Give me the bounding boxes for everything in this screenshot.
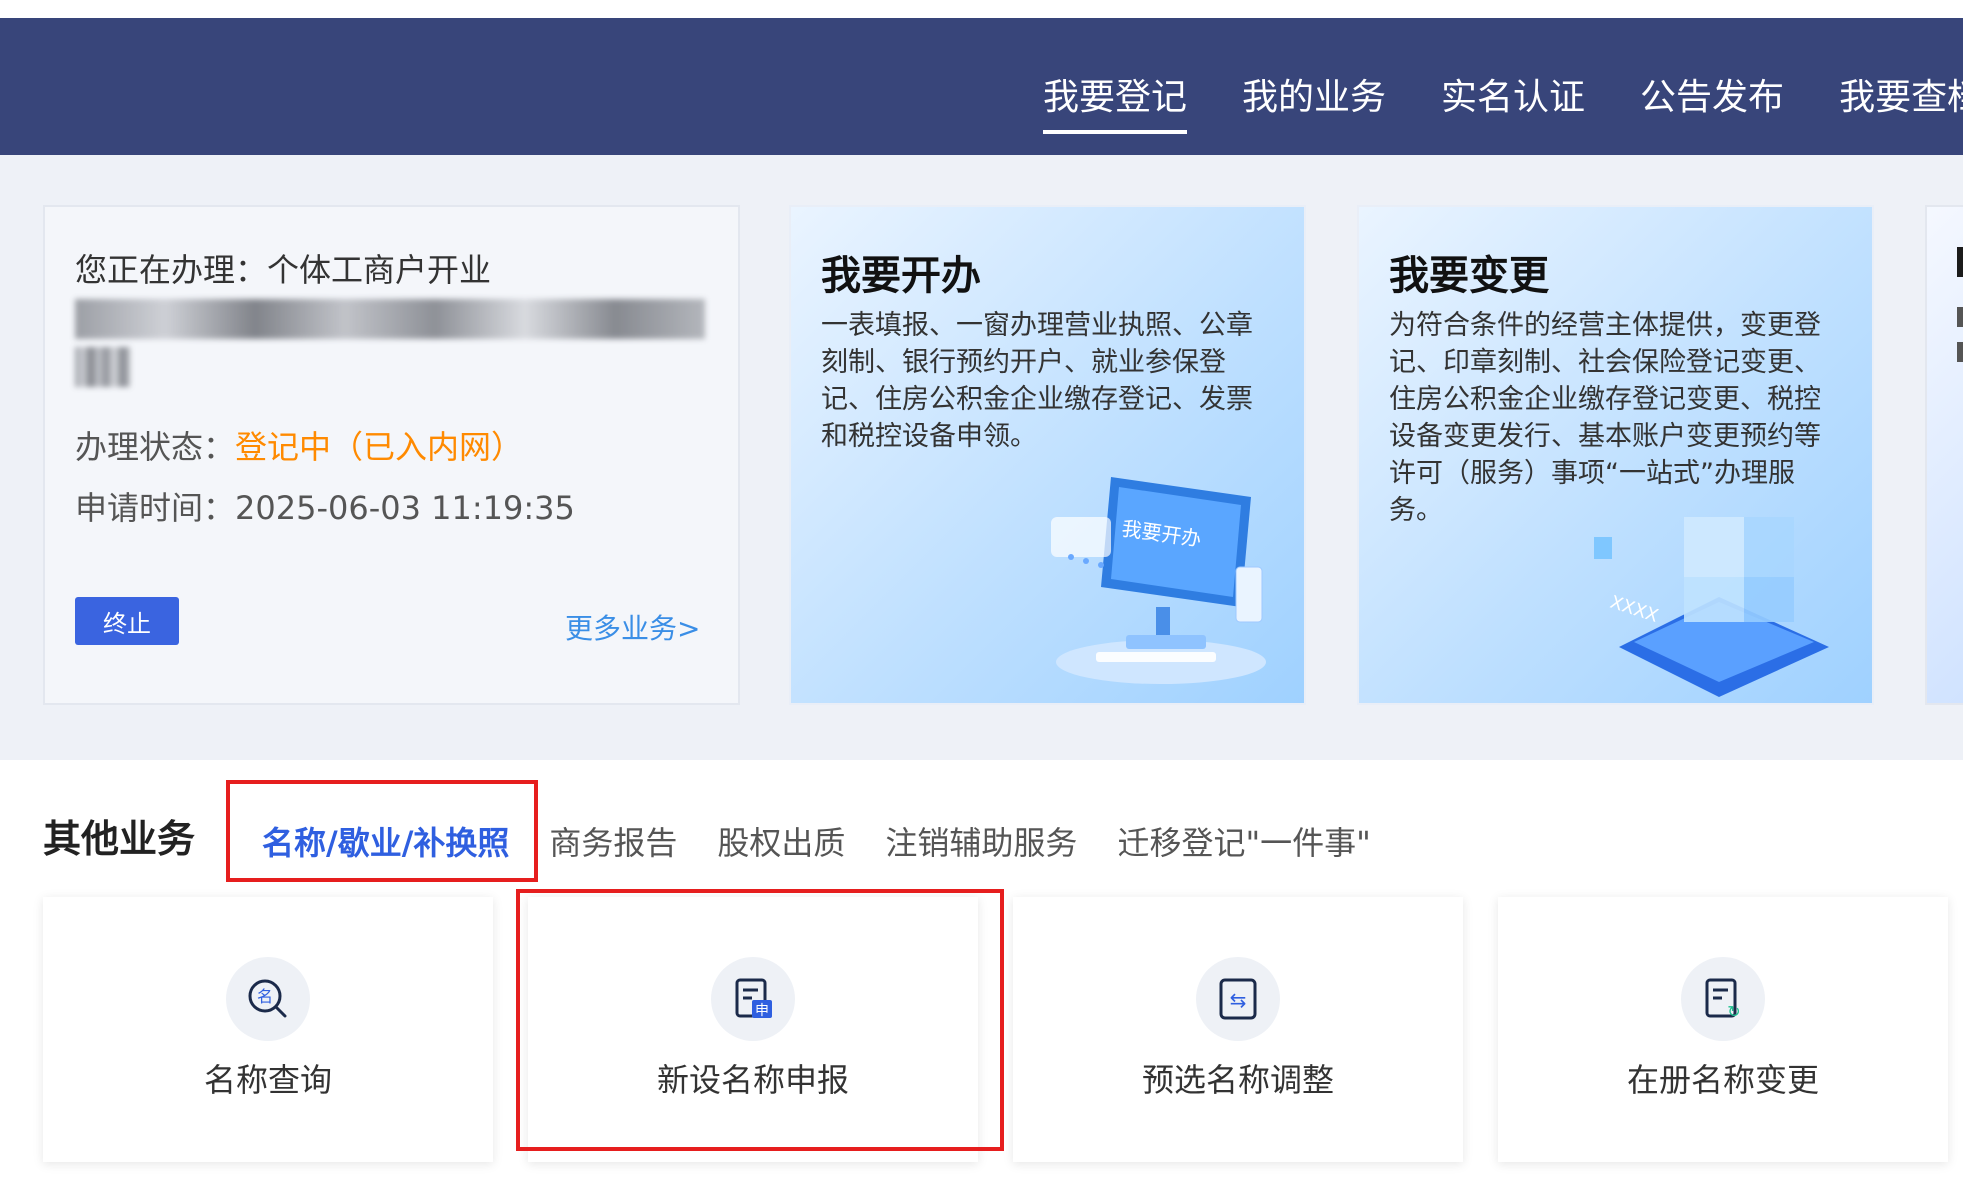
time-label: 申请时间： [75,489,236,527]
name-adjust-icon: ⇆ [1196,957,1280,1041]
svg-text:⇆: ⇆ [1230,988,1247,1012]
service-label: 新设名称申报 [656,1061,849,1099]
hero-section: 您正在办理：个体工商户开业 办理状态：登记中（已入内网） 申请时间：2025-0… [0,155,1963,760]
nav-item-archive-query[interactable]: 我要查档 [1839,68,1963,134]
other-business-title: 其他业务 [43,817,196,861]
service-registered-name-change[interactable]: ↻ 在册名称变更 [1498,897,1948,1162]
service-preselect-adjust[interactable]: ⇆ 预选名称调整 [1013,897,1463,1162]
svg-text:名: 名 [257,987,273,1006]
partial-title-glyph [1957,247,1963,277]
more-business-link[interactable]: 更多业务> [565,607,700,647]
name-search-icon: 名 [226,957,310,1041]
nav-item-register[interactable]: 我要登记 [1043,68,1188,134]
tab-name-suspend-reissue[interactable]: 名称/歇业/补换照 [262,818,509,864]
service-new-name-apply[interactable]: 申 新设名称申报 [528,897,978,1162]
computer-illustration-icon: 我要开办 [1051,477,1266,684]
tab-business-report[interactable]: 商务报告 [549,818,677,864]
svg-text:申: 申 [755,1003,769,1019]
name-change-icon: ↻ [1681,957,1765,1041]
status-label: 办理状态： [75,428,236,466]
status-value: 登记中（已入内网） [235,428,524,466]
current-business-title: 您正在办理：个体工商户开业 [75,251,492,289]
cube-illustration-icon: XXXX [1594,517,1829,697]
promo-card-open[interactable]: 我要开办 一表填报、一窗办理营业执照、公章刻制、银行预约开户、就业参保登记、住房… [789,205,1306,705]
partial-desc-glyph [1957,307,1963,327]
other-business-tabs: 名称/歇业/补换照 商务报告 股权出质 注销辅助服务 迁移登记"一件事" [262,818,1411,864]
service-name-query[interactable]: 名 名称查询 [43,897,493,1162]
service-label: 名称查询 [203,1061,332,1099]
nav-item-real-name[interactable]: 实名认证 [1441,68,1585,134]
service-label: 在册名称变更 [1626,1061,1819,1099]
svg-text:↻: ↻ [1727,1002,1740,1021]
time-value: 2025-06-03 11:19:35 [235,489,575,527]
redacted-name [75,299,705,339]
status-line: 办理状态：登记中（已入内网） [75,422,523,468]
stop-button[interactable]: 终止 [75,597,179,645]
partial-desc-glyph [1957,342,1963,362]
top-strip [0,0,1963,18]
tab-relocation-registration[interactable]: 迁移登记"一件事" [1117,818,1370,864]
current-business-card: 您正在办理：个体工商户开业 办理状态：登记中（已入内网） 申请时间：2025-0… [43,205,740,705]
tab-equity-pledge[interactable]: 股权出质 [717,818,845,864]
promo-card-partial[interactable] [1925,205,1963,705]
tab-deregistration-assist[interactable]: 注销辅助服务 [885,818,1077,864]
illustration-text: XXXX [1607,592,1660,627]
top-navbar: 我要登记 我的业务 实名认证 公告发布 我要查档 [0,18,1963,155]
main-nav: 我要登记 我的业务 实名认证 公告发布 我要查档 [1043,68,1963,134]
promo-card-change[interactable]: 我要变更 为符合条件的经营主体提供，变更登记、印章刻制、社会保险登记变更、住房公… [1357,205,1874,705]
nav-item-my-business[interactable]: 我的业务 [1242,68,1386,134]
nav-item-announcement[interactable]: 公告发布 [1640,68,1784,134]
redacted-name-cont [75,347,130,387]
name-apply-icon: 申 [711,957,795,1041]
promo-desc: 一表填报、一窗办理营业执照、公章刻制、银行预约开户、就业参保登记、住房公积金企业… [821,310,1253,452]
time-line: 申请时间：2025-06-03 11:19:35 [75,483,575,529]
promo-title: 我要变更 [1389,253,1549,299]
promo-title: 我要开办 [821,253,981,299]
service-label: 预选名称调整 [1141,1061,1334,1099]
